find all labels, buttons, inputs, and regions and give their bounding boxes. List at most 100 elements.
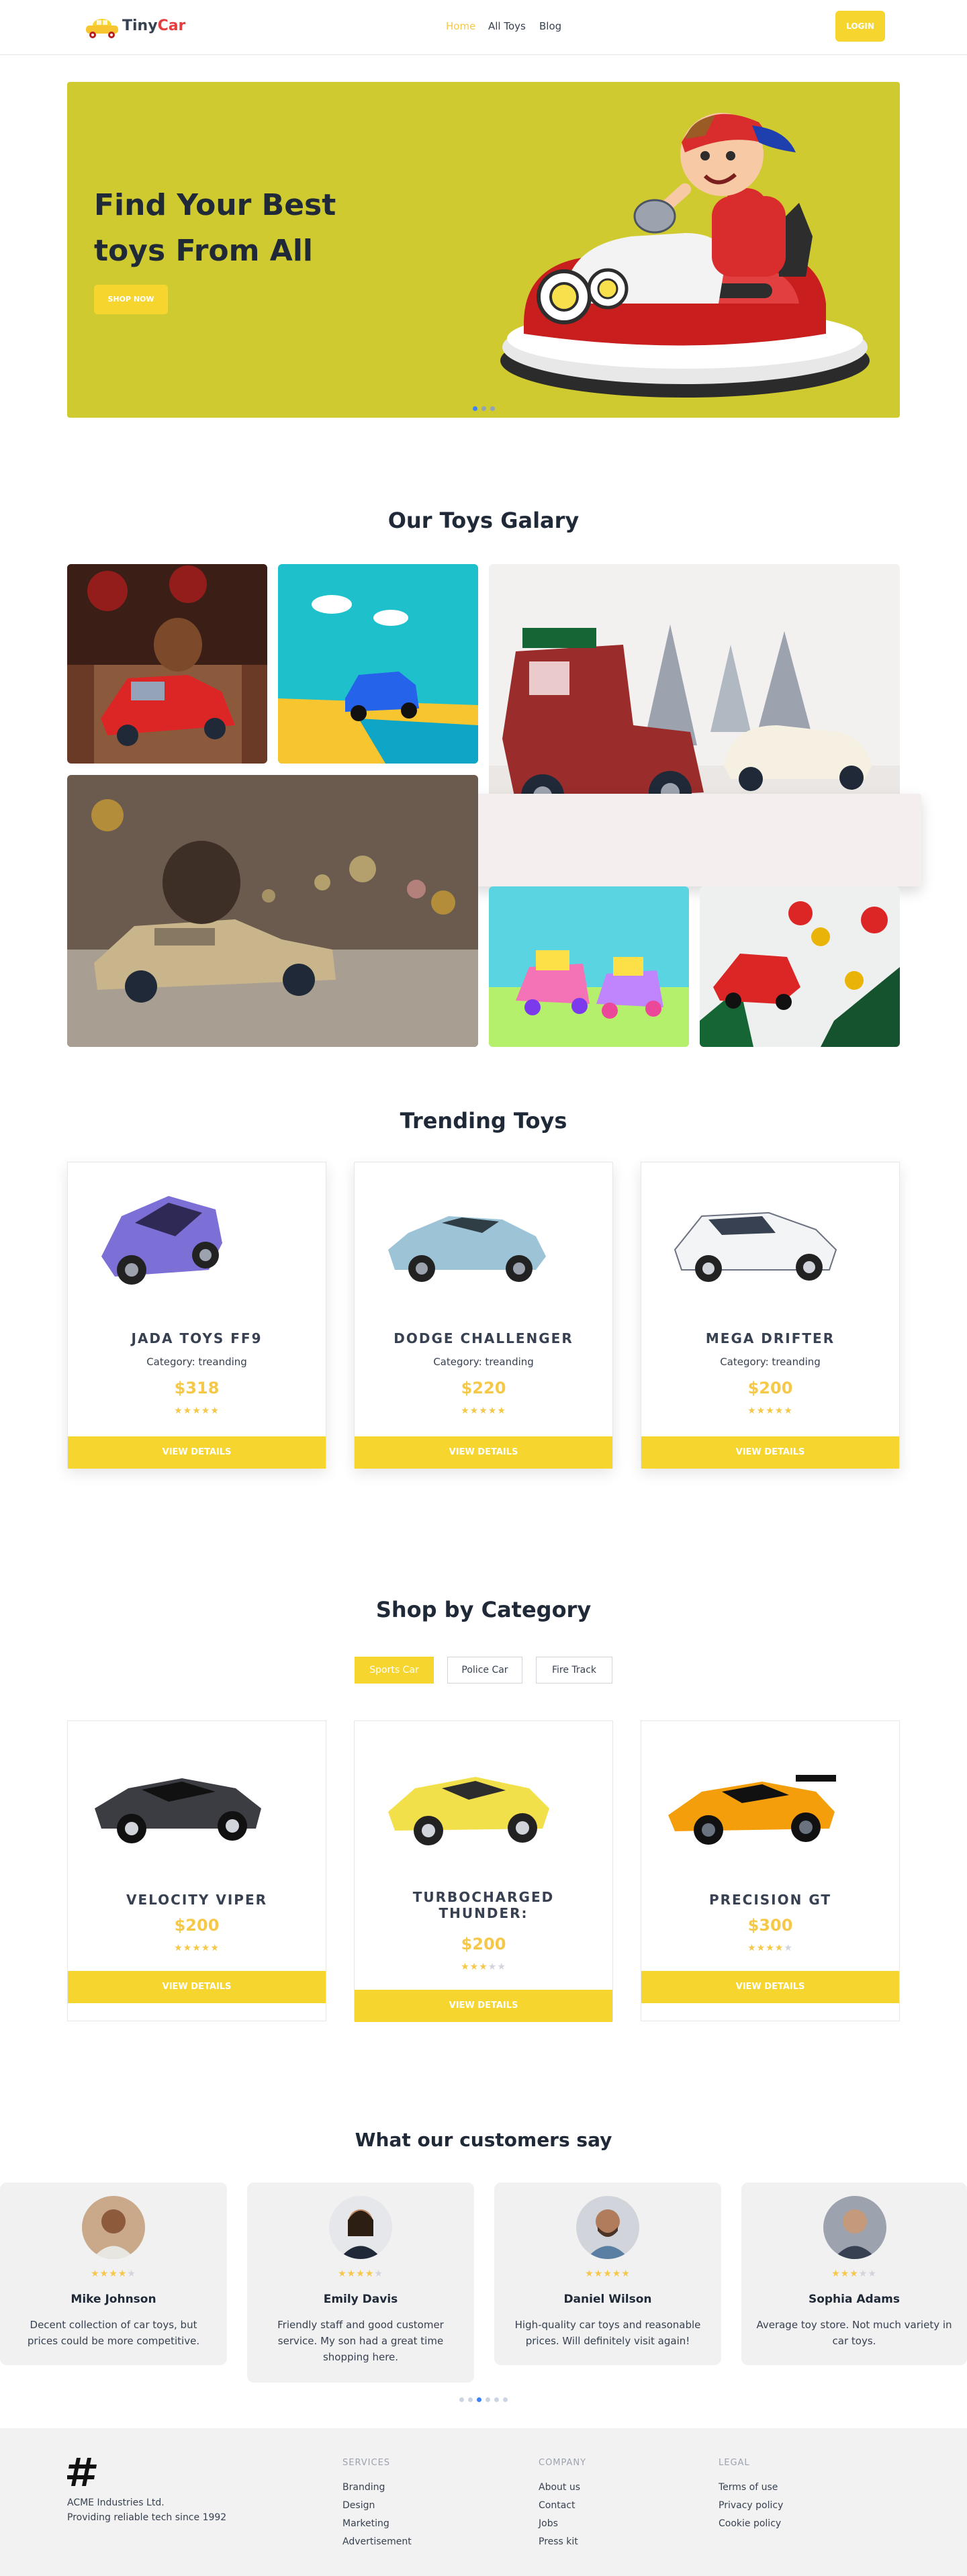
footer-link-branding[interactable]: Branding [342, 2482, 385, 2493]
star-icon: ★ [479, 1406, 488, 1416]
nav-all-toys[interactable]: All Toys [488, 20, 526, 32]
product-image-mega-drifter [674, 1211, 837, 1282]
hero-title: Find Your Best toys From All [94, 183, 376, 274]
gallery-image-beige-car[interactable] [67, 775, 478, 1047]
view-details-button[interactable]: VIEW DETAILS [68, 1971, 326, 2003]
star-icon: ★ [201, 1406, 211, 1416]
star-icon: ★ [784, 1943, 793, 1953]
star-icon: ★ [747, 1406, 757, 1416]
star-icon: ★ [488, 1962, 498, 1972]
star-icon: ★ [488, 1406, 498, 1416]
star-icon: ★ [183, 1943, 193, 1953]
star-icon: ★ [585, 2268, 594, 2279]
rating-stars: ★★★★★ [0, 2268, 227, 2279]
category-card: TURBOCHARGED THUNDER: $200 ★★★★★ VIEW DE… [354, 1720, 613, 2022]
trending-title: Trending Toys [400, 1108, 567, 1134]
star-icon: ★ [210, 1943, 220, 1953]
view-details-button[interactable]: VIEW DETAILS [641, 1971, 899, 2003]
rating-stars: ★★★★★ [247, 2268, 474, 2279]
review-card: ★★★★★ Mike Johnson Decent collection of … [0, 2182, 227, 2365]
star-icon: ★ [365, 2268, 375, 2279]
footer-link-press-kit[interactable]: Press kit [539, 2536, 578, 2547]
footer-link-privacy[interactable]: Privacy policy [719, 2500, 783, 2511]
star-icon: ★ [831, 2268, 841, 2279]
shop-now-button[interactable]: SHOP NOW [94, 285, 168, 314]
reviews-title: What our customers say [355, 2129, 612, 2151]
star-icon: ★ [374, 2268, 383, 2279]
star-icon: ★ [461, 1962, 470, 1972]
product-name: DODGE CHALLENGER [394, 1330, 573, 1346]
gallery-hover-overlay [470, 794, 921, 886]
star-icon: ★ [766, 1406, 775, 1416]
star-icon: ★ [469, 1962, 479, 1972]
star-icon: ★ [612, 2268, 622, 2279]
slider-dot[interactable] [481, 406, 486, 411]
rating-stars: ★★★★★ [355, 1962, 612, 1972]
footer-link-about[interactable]: About us [539, 2482, 580, 2493]
reviewer-name: Emily Davis [323, 2293, 398, 2306]
brand-name[interactable]: TinyCar [122, 17, 185, 34]
hero-banner: Find Your Best toys From All SHOP NOW [67, 82, 900, 418]
product-name: PRECISION GT [708, 1892, 832, 1908]
product-image-jada-ff9 [101, 1196, 222, 1285]
slider-dot[interactable] [494, 2397, 499, 2402]
slider-dot[interactable] [459, 2397, 464, 2402]
reviewer-name: Sophia Adams [808, 2293, 901, 2306]
product-image-dodge-challenger [388, 1216, 546, 1282]
star-icon: ★ [118, 2268, 128, 2279]
footer-link-jobs[interactable]: Jobs [539, 2518, 558, 2529]
car-logo-icon[interactable] [82, 12, 122, 42]
product-name: JADA TOYS FF9 [131, 1330, 263, 1346]
footer-link-cookie[interactable]: Cookie policy [719, 2518, 781, 2529]
hero-title-line-2: toys From All [94, 234, 314, 268]
star-icon: ★ [858, 2268, 868, 2279]
product-category: Category: treanding [146, 1356, 247, 1368]
slider-dot[interactable] [503, 2397, 508, 2402]
view-details-button[interactable]: VIEW DETAILS [355, 1990, 612, 2022]
product-name: MEGA DRIFTER [705, 1330, 835, 1346]
slider-dot[interactable] [490, 406, 495, 411]
star-icon: ★ [469, 1406, 479, 1416]
nav-blog[interactable]: Blog [539, 20, 561, 32]
category-card: PRECISION GT $300 ★★★★★ VIEW DETAILS [641, 1720, 900, 2021]
product-name: TURBOCHARGED THUNDER: [355, 1889, 612, 1921]
slider-dot[interactable] [477, 2397, 481, 2402]
review-card: ★★★★★ Daniel Wilson High-quality car toy… [494, 2182, 721, 2365]
view-details-button[interactable]: VIEW DETAILS [68, 1436, 326, 1469]
product-name-line-1: TURBOCHARGED [412, 1889, 555, 1905]
footer-link-contact[interactable]: Contact [539, 2500, 575, 2511]
company-logo-icon [67, 2458, 97, 2486]
tab-fire-track[interactable]: Fire Track [536, 1657, 612, 1684]
review-text: High-quality car toys and reasonable pri… [514, 2319, 701, 2347]
gallery-image-toy-trucks[interactable] [489, 886, 689, 1047]
tab-sports-car[interactable]: Sports Car [355, 1657, 434, 1684]
star-icon: ★ [99, 2268, 109, 2279]
reviewer-name: Mike Johnson [71, 2293, 156, 2306]
slider-dot[interactable] [468, 2397, 473, 2402]
product-image-velocity-viper [95, 1778, 261, 1843]
review-text: Friendly staff and good customer service… [277, 2319, 444, 2363]
star-icon: ★ [127, 2268, 136, 2279]
product-category: Category: treanding [720, 1356, 821, 1368]
rating-stars: ★★★★★ [494, 2268, 721, 2279]
gallery-image-blue-truck[interactable] [278, 564, 478, 764]
footer-link-design[interactable]: Design [342, 2500, 375, 2511]
star-icon: ★ [201, 1943, 211, 1953]
footer-link-terms[interactable]: Terms of use [719, 2482, 778, 2493]
rating-stars: ★★★★★ [741, 2268, 967, 2279]
product-category: Category: treanding [433, 1356, 534, 1368]
view-details-button[interactable]: VIEW DETAILS [641, 1436, 899, 1469]
tab-police-car[interactable]: Police Car [447, 1657, 522, 1684]
login-button[interactable]: LOGIN [835, 11, 885, 42]
star-icon: ★ [497, 1406, 506, 1416]
footer-link-advertisement[interactable]: Advertisement [342, 2536, 412, 2547]
slider-dot[interactable] [472, 406, 477, 411]
gallery-image-red-suv[interactable] [700, 886, 900, 1047]
slider-dot[interactable] [486, 2397, 490, 2402]
trending-card: DODGE CHALLENGER Category: treanding $22… [354, 1162, 613, 1469]
gallery-image-red-truck[interactable] [67, 564, 267, 764]
footer-link-marketing[interactable]: Marketing [342, 2518, 389, 2529]
star-icon: ★ [621, 2268, 631, 2279]
nav-home[interactable]: Home [446, 20, 475, 32]
view-details-button[interactable]: VIEW DETAILS [355, 1436, 612, 1469]
